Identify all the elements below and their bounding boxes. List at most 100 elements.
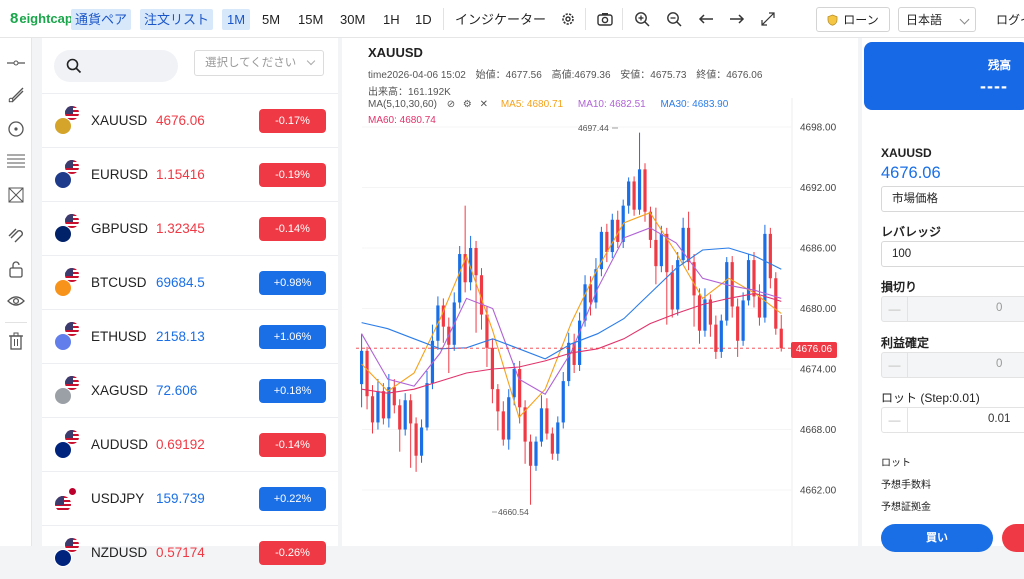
watchlist-row[interactable]: XAGUSD 72.606 +0.18% (42, 363, 338, 417)
sell-button[interactable] (1002, 524, 1024, 552)
login-button[interactable]: ログイ (996, 11, 1024, 28)
candle-body (725, 262, 729, 321)
eye-icon[interactable] (5, 290, 27, 312)
candle-body (528, 441, 533, 466)
circle-tool-icon[interactable] (5, 118, 27, 140)
language-select[interactable]: 日本語 (898, 7, 976, 32)
lot-stepper[interactable]: — 0.01 (881, 407, 1024, 433)
symbol-name: GBPUSD (91, 221, 149, 236)
current-price-tag: 4676.06 (791, 342, 837, 358)
search-input[interactable] (54, 50, 178, 82)
watchlist-row[interactable]: USDJPY 159.739 +0.22% (42, 471, 338, 525)
change-badge[interactable]: -0.14% (259, 217, 326, 241)
horizontal-line-icon[interactable] (5, 52, 27, 74)
estimated-fee-label: 予想手数料 (881, 480, 931, 491)
currency-flag-icon (54, 321, 82, 351)
change-badge[interactable]: -0.14% (259, 433, 326, 457)
timeframe-15m[interactable]: 15M (294, 9, 327, 30)
watchlist-row[interactable]: GBPUSD 1.32345 -0.14% (42, 201, 338, 255)
symbol-name: AUDUSD (91, 437, 149, 452)
category-select[interactable]: 選択してください (194, 50, 324, 76)
watchlist-row[interactable]: AUDUSD 0.69192 -0.14% (42, 417, 338, 471)
symbol-name: ETHUSD (91, 329, 147, 344)
lock-icon[interactable] (5, 258, 27, 280)
shield-icon (827, 14, 838, 26)
candle-body (550, 433, 554, 454)
currency-flag-icon (54, 537, 82, 567)
y-tick-label: 4686.00 (800, 244, 837, 255)
change-badge[interactable]: -0.17% (259, 109, 326, 133)
pattern-tool-icon[interactable] (5, 184, 27, 206)
lot-minus-button[interactable]: — (882, 408, 908, 432)
buy-button[interactable]: 買い (881, 524, 993, 552)
divider (443, 8, 444, 30)
tab-order-list[interactable]: 注文リスト (140, 9, 214, 30)
brand-logo[interactable]: 8 eightcap (10, 10, 73, 27)
camera-icon[interactable] (595, 9, 615, 29)
candle-body (539, 408, 544, 442)
candle-body (697, 295, 702, 331)
candle-body (534, 441, 538, 466)
lot-value: 0.01 (988, 413, 1011, 425)
change-badge[interactable]: +0.22% (259, 487, 326, 511)
lot-step-label: ロット (Step:0.01) (881, 391, 980, 405)
leverage-field[interactable]: 100 (881, 241, 1024, 267)
zoom-out-icon[interactable] (664, 9, 684, 29)
gear-icon[interactable] (558, 9, 578, 29)
zoom-in-icon[interactable] (632, 9, 652, 29)
timeframe-1h[interactable]: 1H (379, 9, 404, 30)
candle-body (381, 391, 385, 419)
indicators-button[interactable]: インジケーター (451, 9, 550, 30)
change-badge[interactable]: +0.18% (259, 379, 326, 403)
change-badge[interactable]: -0.19% (259, 163, 326, 187)
chart-panel[interactable]: XAUUSD time2026-04-06 15:02 始値：4677.56 高… (342, 38, 858, 546)
drawing-tools (0, 38, 32, 546)
stop-loss-stepper[interactable]: — 0 (881, 296, 1024, 322)
magnet-icon[interactable] (5, 224, 27, 246)
watchlist-row[interactable]: EURUSD 1.15416 -0.19% (42, 147, 338, 201)
change-badge[interactable]: +0.98% (259, 271, 326, 295)
candle-body (561, 381, 565, 423)
candle-body (376, 391, 380, 423)
tab-currency-pairs[interactable]: 通貨ペア (71, 9, 132, 30)
trend-line-icon[interactable] (5, 84, 27, 106)
stop-loss-minus-button[interactable]: — (882, 297, 908, 321)
timeframe-1m[interactable]: 1M (222, 9, 250, 30)
candle-body (714, 324, 718, 352)
take-profit-stepper[interactable]: — 0 (881, 352, 1024, 378)
symbol-price: 1.15416 (156, 167, 205, 182)
loan-label: ローン (843, 13, 879, 27)
loan-button[interactable]: ローン (816, 7, 890, 32)
change-badge[interactable]: -0.26% (259, 541, 326, 565)
watchlist-row[interactable]: XAUUSD 4676.06 -0.17% (42, 93, 338, 147)
watchlist-row[interactable]: ETHUSD 2158.13 +1.06% (42, 309, 338, 363)
candle-body (643, 169, 647, 212)
candle-body (763, 233, 767, 318)
timeframe-30m[interactable]: 30M (336, 9, 369, 30)
change-badge[interactable]: +1.06% (259, 325, 326, 349)
timeframe-1d[interactable]: 1D (411, 9, 436, 30)
y-tick-label: 4662.00 (800, 486, 837, 497)
watchlist-row[interactable]: BTCUSD 69684.5 +0.98% (42, 255, 338, 309)
chevron-down-icon (959, 14, 970, 25)
candle-body (681, 227, 685, 261)
trash-icon[interactable] (5, 330, 27, 352)
fibonacci-icon[interactable] (5, 150, 27, 172)
order-panel: 残高 ---- XAUUSD 4676.06 市場価格 レバレッジ 100 損切… (862, 38, 1024, 552)
candle-body (768, 233, 772, 279)
arrow-left-icon[interactable] (696, 9, 716, 29)
arrow-right-icon[interactable] (727, 9, 747, 29)
candle-body (757, 296, 762, 318)
take-profit-minus-button[interactable]: — (882, 353, 908, 377)
symbol-name: EURUSD (91, 167, 149, 182)
candle-body (518, 369, 522, 408)
candle-body (545, 408, 549, 434)
timeframe-5m[interactable]: 5M (258, 9, 284, 30)
fullscreen-icon[interactable] (758, 9, 778, 29)
candle-body (637, 169, 642, 210)
order-type-select[interactable]: 市場価格 (881, 186, 1024, 212)
candle-body (556, 422, 560, 454)
candlestick-chart[interactable]: 4698.00 4692.00 4686.00 4680.00 4674.00 4668.… (342, 38, 858, 546)
watchlist-row[interactable]: NZDUSD 0.57174 -0.26% (42, 525, 338, 579)
candle-body (752, 260, 756, 297)
